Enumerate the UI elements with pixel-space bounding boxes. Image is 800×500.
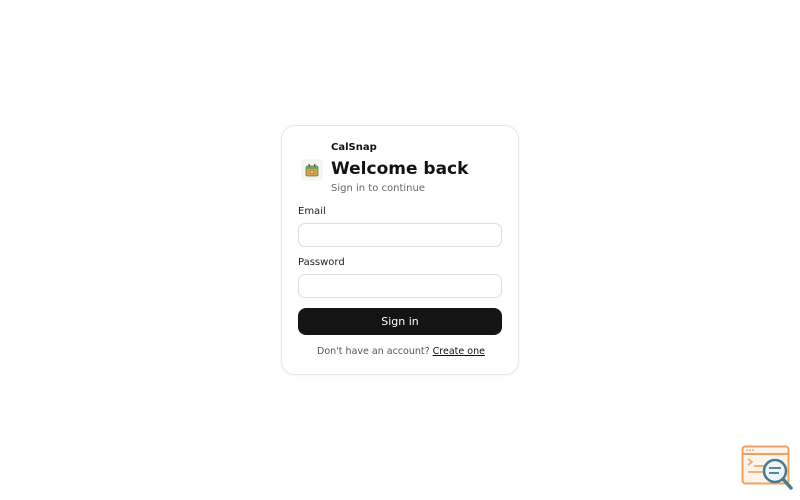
password-label: Password (298, 257, 345, 268)
sign-in-button[interactable]: Sign in (298, 308, 502, 335)
page-title: Welcome back (331, 159, 469, 179)
page-subtitle: Sign in to continue (331, 183, 425, 194)
email-field[interactable] (298, 223, 502, 247)
password-field[interactable] (298, 274, 502, 298)
signup-prompt-text: Don't have an account? (317, 346, 430, 357)
create-account-link[interactable]: Create one (433, 346, 485, 357)
signup-prompt: Don't have an account? Create one (282, 346, 520, 357)
search-window-icon[interactable] (741, 445, 793, 490)
page: CalSnap Welcome back Sign in to continue… (0, 0, 800, 500)
login-card: CalSnap Welcome back Sign in to continue… (281, 125, 519, 375)
app-logo-icon (301, 159, 323, 181)
brand-name: CalSnap (331, 142, 377, 153)
email-label: Email (298, 206, 326, 217)
